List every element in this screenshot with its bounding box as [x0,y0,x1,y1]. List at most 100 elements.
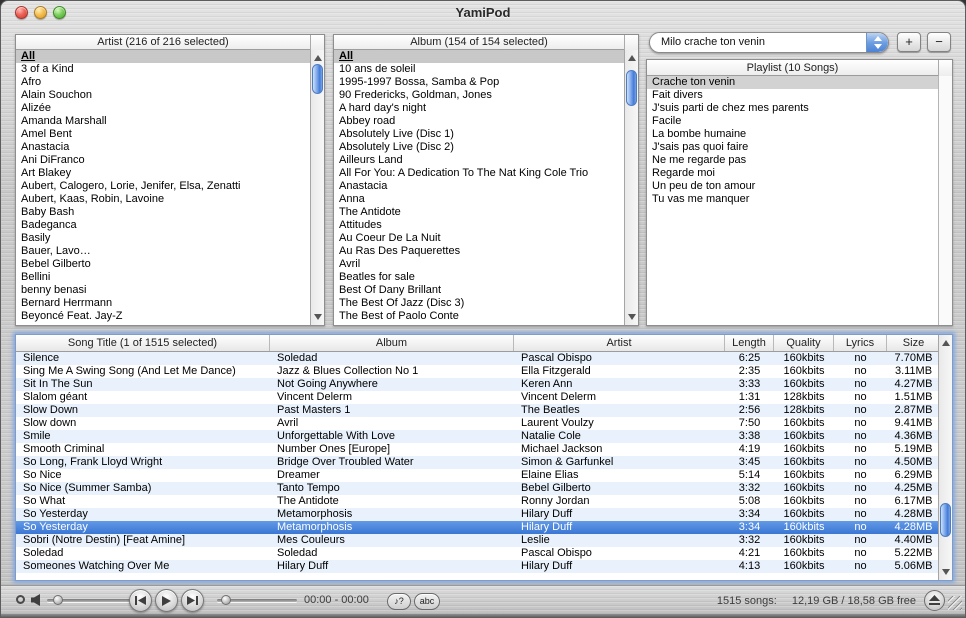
album-list-item[interactable]: Best Of Dany Brillant [334,284,624,297]
column-header[interactable]: Lyrics [834,335,887,351]
album-list-item[interactable]: Avril [334,258,624,271]
remove-playlist-button[interactable]: − [927,32,951,52]
song-row[interactable]: So WhatThe AntidoteRonny Jordan5:08160kb… [16,495,938,508]
song-row[interactable]: Sit In The SunNot Going AnywhereKeren An… [16,378,938,391]
column-header[interactable]: Artist [514,335,725,351]
volume-slider[interactable] [47,599,133,602]
album-list-item[interactable]: All For You: A Dedication To The Nat Kin… [334,167,624,180]
album-scrollbar[interactable] [624,50,638,325]
playlist-selector[interactable]: Milo crache ton venin [649,32,889,53]
next-button[interactable] [181,589,204,612]
album-list-item[interactable]: Ailleurs Land [334,154,624,167]
artist-list-item[interactable]: Amanda Marshall [16,115,310,128]
playlist-item[interactable]: Ne me regarde pas [647,154,938,167]
seek-slider[interactable] [217,599,297,602]
scroll-up-icon[interactable] [628,55,636,61]
playlist-item[interactable]: Un peu de ton amour [647,180,938,193]
column-header[interactable]: Size [887,335,940,351]
album-list-item[interactable]: 1995-1997 Bossa, Samba & Pop [334,76,624,89]
album-list-item[interactable]: Abbey road [334,115,624,128]
album-list-item[interactable]: 90 Fredericks, Goldman, Jones [334,89,624,102]
scroll-up-icon[interactable] [314,55,322,61]
artist-list-item[interactable]: Aubert, Kaas, Robin, Lavoine [16,193,310,206]
artist-list-item[interactable]: Baby Bash [16,206,310,219]
song-row[interactable]: Someones Watching Over MeHilary DuffHila… [16,560,938,573]
album-list-item[interactable]: Attitudes [334,219,624,232]
scroll-up-icon[interactable] [942,340,950,346]
artist-list-item[interactable]: Afro [16,76,310,89]
artist-list-item[interactable]: Alizée [16,102,310,115]
artist-list-item[interactable]: Bauer, Lavo… [16,245,310,258]
add-playlist-button[interactable]: + [897,32,921,52]
song-row[interactable]: SmileUnforgettable With LoveNatalie Cole… [16,430,938,443]
album-panel-header[interactable]: Album (154 of 154 selected) [334,35,638,50]
eject-button[interactable] [924,590,945,611]
album-list-item[interactable]: The Antidote [334,206,624,219]
previous-button[interactable] [129,589,152,612]
scroll-down-icon[interactable] [942,569,950,575]
artist-list-item[interactable]: benny benasi [16,284,310,297]
song-scroll-thumb[interactable] [940,503,951,537]
playlist-item[interactable]: J'suis parti de chez mes parents [647,102,938,115]
artist-list-item[interactable]: Bebel Gilberto [16,258,310,271]
scroll-down-icon[interactable] [628,314,636,320]
song-row[interactable]: So Nice (Summer Samba)Tanto TempoBebel G… [16,482,938,495]
seek-slider-thumb[interactable] [221,595,231,605]
artist-scrollbar[interactable] [310,50,324,325]
album-list-item[interactable]: Au Coeur De La Nuit [334,232,624,245]
album-list-item[interactable]: All [334,50,624,63]
artist-list-item[interactable]: All [16,50,310,63]
song-row[interactable]: So YesterdayMetamorphosisHilary Duff3:34… [16,508,938,521]
album-list-item[interactable]: The Best of Paolo Conte [334,310,624,323]
artist-list-item[interactable]: Basily [16,232,310,245]
song-row[interactable]: Slalom géantVincent DelermVincent Delerm… [16,391,938,404]
song-row[interactable]: Slow DownPast Masters 1The Beatles2:5612… [16,404,938,417]
artist-list-item[interactable]: Beyoncé Feat. Jay-Z [16,310,310,323]
artist-list-item[interactable]: Alain Souchon [16,89,310,102]
album-list-item[interactable]: 10 ans de soleil [334,63,624,76]
artist-panel-header[interactable]: Artist (216 of 216 selected) [16,35,324,50]
playlist-item[interactable]: La bombe humaine [647,128,938,141]
album-list-item[interactable]: Anna [334,193,624,206]
album-list-item[interactable]: Absolutely Live (Disc 1) [334,128,624,141]
title-bar[interactable]: YamiPod [1,1,965,25]
song-row[interactable]: So YesterdayMetamorphosisHilary Duff3:34… [16,521,938,534]
album-list-item[interactable]: A hard day's night [334,102,624,115]
column-header[interactable]: Length [725,335,774,351]
artist-list-item[interactable]: Bellini [16,271,310,284]
column-header[interactable]: Album [270,335,514,351]
artist-list-item[interactable]: Aubert, Calogero, Lorie, Jenifer, Elsa, … [16,180,310,193]
song-row[interactable]: So Long, Frank Lloyd WrightBridge Over T… [16,456,938,469]
album-list-item[interactable]: The Best Of Jazz (Disc 3) [334,297,624,310]
artist-list-item[interactable]: Ani DiFranco [16,154,310,167]
column-header[interactable]: Song Title (1 of 1515 selected) [16,335,270,351]
song-table-scrollbar[interactable] [938,335,952,580]
playlist-item[interactable]: Crache ton venin [647,76,938,89]
playlist-item[interactable]: J'sais pas quoi faire [647,141,938,154]
playlist-panel-header[interactable]: Playlist (10 Songs) [647,60,952,76]
song-row[interactable]: So NiceDreamerElaine Elias5:14160kbitsno… [16,469,938,482]
song-row[interactable]: SoledadSoledadPascal Obispo4:21160kbitsn… [16,547,938,560]
abc-button[interactable]: abc [414,593,440,610]
song-row[interactable]: Sing Me A Swing Song (And Let Me Dance)J… [16,365,938,378]
artist-list-item[interactable]: 3 of a Kind [16,63,310,76]
song-row[interactable]: Sobri (Notre Destin) [Feat Amine]Mes Cou… [16,534,938,547]
playlist-item[interactable]: Regarde moi [647,167,938,180]
playlist-item[interactable]: Fait divers [647,89,938,102]
column-header[interactable]: Quality [774,335,834,351]
album-scroll-thumb[interactable] [626,70,637,106]
artist-list-item[interactable]: Amel Bent [16,128,310,141]
playlist-scrollbar[interactable] [938,76,952,325]
album-list-item[interactable]: Absolutely Live (Disc 2) [334,141,624,154]
album-list-item[interactable]: Anastacia [334,180,624,193]
artist-list-item[interactable]: Badeganca [16,219,310,232]
volume-slider-thumb[interactable] [53,595,63,605]
song-row[interactable]: SilenceSoledadPascal Obispo6:25160kbitsn… [16,352,938,365]
playlist-item[interactable]: Facile [647,115,938,128]
resize-grip[interactable] [948,596,962,610]
album-list-item[interactable]: Beatles for sale [334,271,624,284]
artist-list-item[interactable]: Bernard Herrmann [16,297,310,310]
artist-list-item[interactable]: Anastacia [16,141,310,154]
playlist-item[interactable]: Tu vas me manquer [647,193,938,206]
play-button[interactable] [155,589,178,612]
